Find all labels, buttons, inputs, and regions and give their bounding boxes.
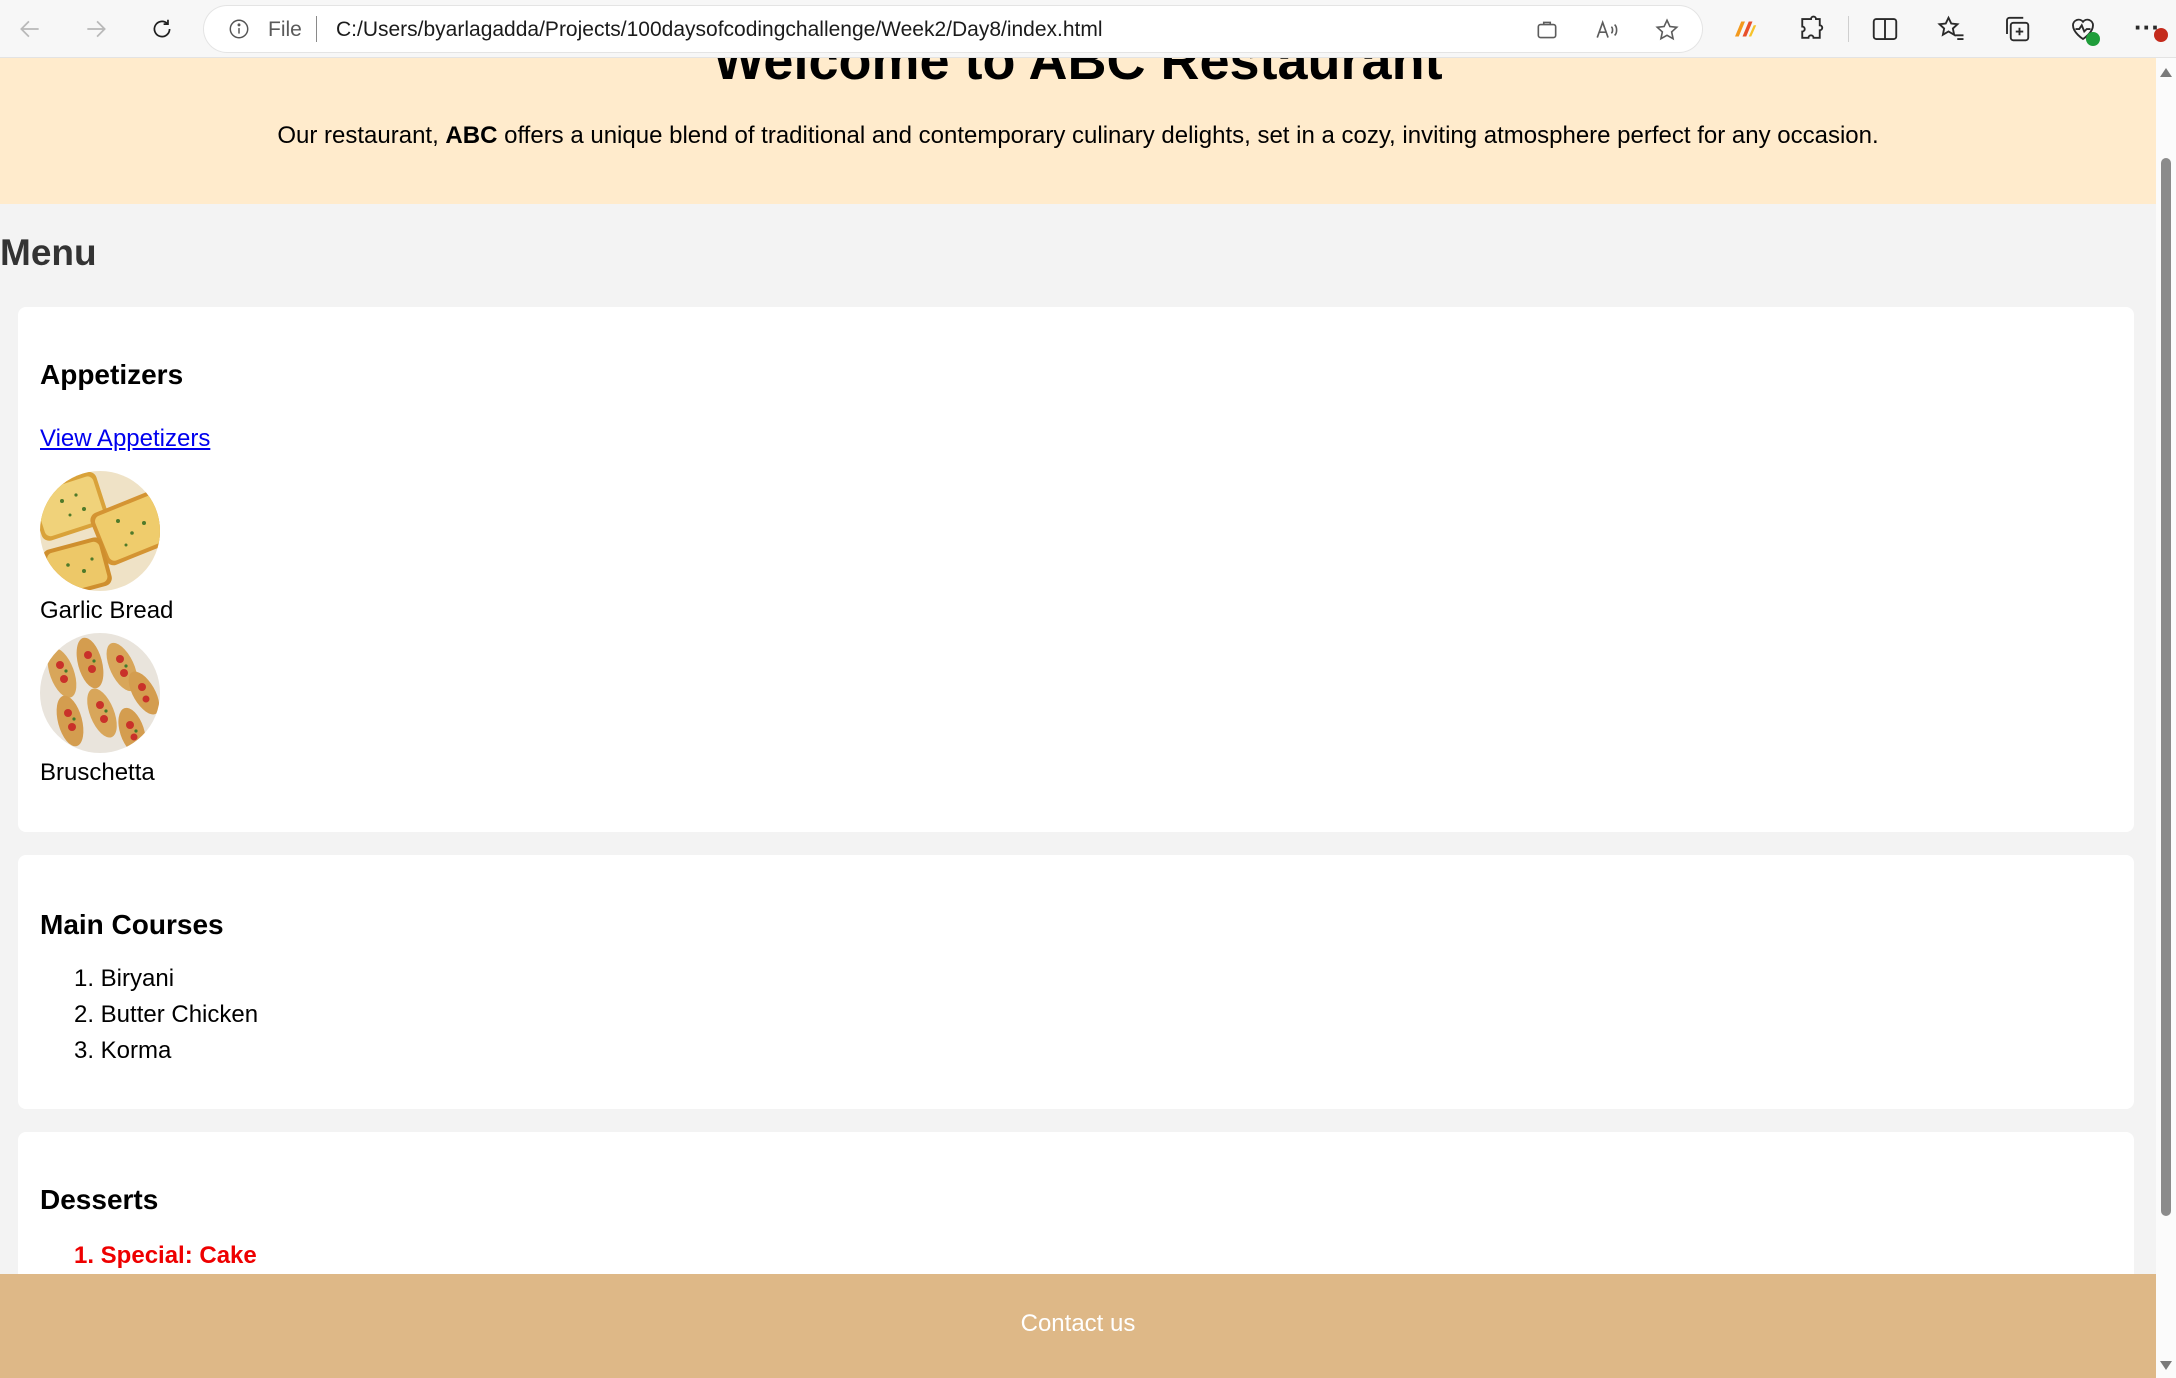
main-courses-list: 1. Biryani 2. Butter Chicken 3. Korma bbox=[18, 961, 258, 1069]
app-available-icon[interactable] bbox=[1534, 17, 1560, 43]
dish-name: Garlic Bread bbox=[40, 597, 174, 624]
main-courses-card: Main Courses 1. Biryani 2. Butter Chicke… bbox=[18, 855, 2134, 1109]
list-item-label: Korma bbox=[100, 1037, 172, 1064]
dish-garlic-bread: Garlic Bread bbox=[40, 471, 173, 625]
dish-bruschetta: Bruschetta bbox=[40, 633, 160, 787]
intro-paragraph: Our restaurant, ABC offers a unique blen… bbox=[0, 122, 2156, 150]
list-number: 1. bbox=[73, 965, 94, 992]
list-number: 2. bbox=[73, 1001, 94, 1028]
desserts-title: Desserts bbox=[40, 1184, 159, 1215]
menu-heading: Menu bbox=[0, 232, 97, 273]
extension-brand-icon[interactable] bbox=[1730, 14, 1760, 44]
desserts-list: 1. Special: Cake bbox=[18, 1238, 257, 1274]
appetizers-title: Appetizers bbox=[40, 359, 184, 390]
browser-essentials-icon[interactable] bbox=[2068, 14, 2100, 46]
appetizers-card: Appetizers View Appetizers Garlic Bread … bbox=[18, 307, 2134, 832]
address-bar[interactable]: File C:/Users/byarlagadda/Projects/100da… bbox=[204, 6, 1702, 52]
special-dessert-item: 1. Special: Cake bbox=[18, 1238, 257, 1274]
list-number: 3. bbox=[73, 1037, 94, 1064]
list-item-label: Biryani bbox=[100, 965, 175, 992]
extensions-puzzle-icon[interactable] bbox=[1796, 14, 1826, 44]
split-screen-icon[interactable] bbox=[1870, 14, 1900, 44]
view-appetizers-link[interactable]: View Appetizers bbox=[40, 425, 210, 453]
main-courses-title: Main Courses bbox=[40, 909, 224, 940]
page-title: Welcome to ABC Restaurant bbox=[713, 58, 1443, 91]
collections-icon[interactable] bbox=[2002, 14, 2032, 44]
forward-icon[interactable] bbox=[78, 12, 114, 46]
list-item: 1. Biryani bbox=[18, 961, 258, 997]
address-divider bbox=[316, 16, 317, 42]
page-viewport: Welcome to ABC Restaurant Our restaurant… bbox=[0, 58, 2156, 1378]
bruschetta-image bbox=[40, 633, 160, 753]
contact-us-link[interactable]: Contact us bbox=[0, 1310, 2156, 1338]
list-item-label: Special: Cake bbox=[100, 1242, 257, 1269]
intro-text-start: Our restaurant, bbox=[277, 122, 446, 149]
info-icon[interactable] bbox=[228, 18, 250, 40]
address-url[interactable]: C:/Users/byarlagadda/Projects/100daysofc… bbox=[336, 18, 1103, 42]
toolbar-divider bbox=[1848, 16, 1849, 42]
dish-name: Bruschetta bbox=[40, 759, 155, 786]
garlic-bread-image bbox=[40, 471, 160, 591]
site-footer: Contact us bbox=[0, 1274, 2156, 1378]
site-header: Welcome to ABC Restaurant Our restaurant… bbox=[0, 58, 2156, 204]
reload-icon[interactable] bbox=[144, 12, 180, 46]
list-item-label: Butter Chicken bbox=[100, 1001, 259, 1028]
address-scheme: File bbox=[268, 18, 302, 41]
list-item: 2. Butter Chicken bbox=[18, 997, 258, 1033]
intro-brand: ABC bbox=[445, 122, 498, 149]
read-aloud-icon[interactable] bbox=[1594, 17, 1620, 43]
list-item: 3. Korma bbox=[18, 1033, 258, 1069]
vertical-scrollbar[interactable] bbox=[2156, 58, 2176, 1378]
back-icon[interactable] bbox=[12, 12, 48, 46]
favorites-icon[interactable] bbox=[1936, 14, 1966, 44]
intro-text-end: offers a unique blend of traditional and… bbox=[497, 122, 1879, 149]
favorite-star-icon[interactable] bbox=[1654, 17, 1680, 43]
notification-badge bbox=[2154, 28, 2168, 42]
browser-toolbar: File C:/Users/byarlagadda/Projects/100da… bbox=[0, 0, 2176, 58]
scroll-thumb[interactable] bbox=[2161, 158, 2171, 1216]
scroll-down-icon[interactable] bbox=[2160, 1361, 2172, 1370]
scroll-up-icon[interactable] bbox=[2160, 68, 2172, 77]
essentials-status-dot bbox=[2086, 32, 2100, 46]
list-number: 1. bbox=[73, 1242, 94, 1269]
